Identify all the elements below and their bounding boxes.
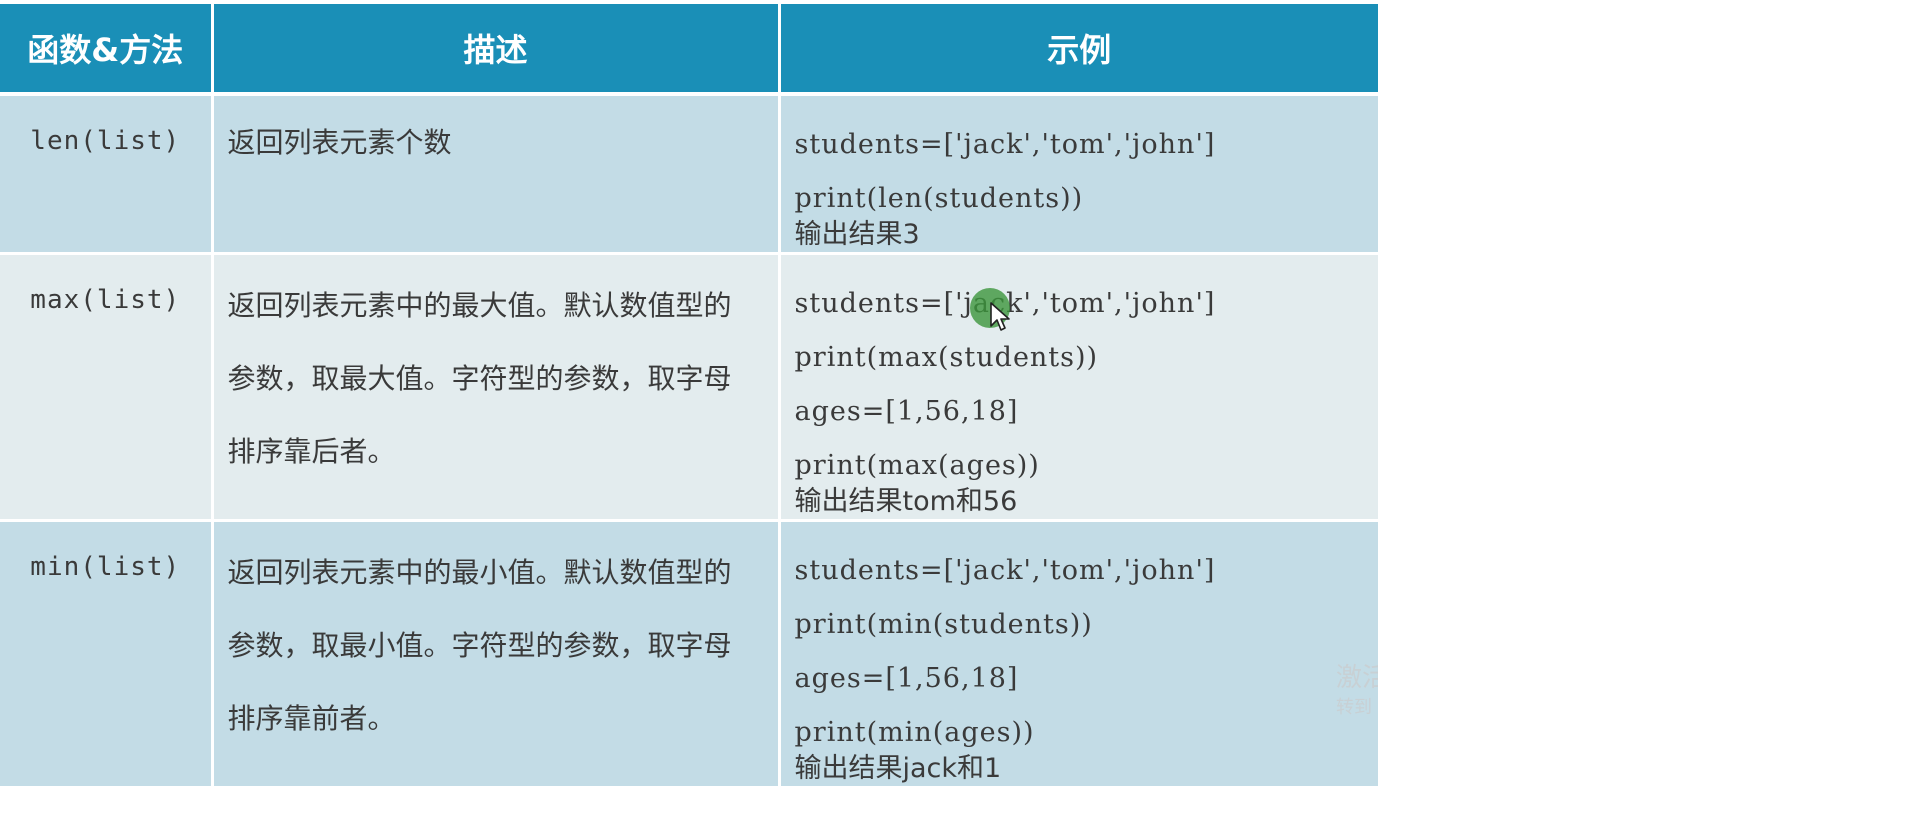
desc-text: 返回列表元素中的最大值。默认数值型的 参数，取最大值。字符型的参数，取字母 排序… xyxy=(214,255,778,488)
code-line: students=['jack','tom','john'] xyxy=(794,129,1216,160)
code-line: students=['jack','tom','john'] xyxy=(794,555,1216,586)
desc-cell: 返回列表元素中的最小值。默认数值型的 参数，取最小值。字符型的参数，取字母 排序… xyxy=(212,520,781,789)
code-line: ages=[1,56,18] xyxy=(794,396,1019,427)
desc-line: 参数，取最大值。字符型的参数，取字母 xyxy=(227,362,732,395)
desc-text: 返回列表元素个数 xyxy=(227,126,452,159)
func-cell: len(list) xyxy=(0,94,214,255)
desc-line: 参数，取最小值。字符型的参数，取字母 xyxy=(227,629,732,662)
watermark-line: 转到 xyxy=(1336,697,1372,718)
example-cell: students=['jack','tom','john'] print(min… xyxy=(779,520,1378,789)
func-name: len(list) xyxy=(30,126,181,156)
output-text: 输出结果jack和1 xyxy=(794,753,1002,784)
code-line: print(min(students)) xyxy=(794,609,1093,640)
desc-line: 排序靠前者。 xyxy=(227,702,396,735)
output-text: 输出结果tom和56 xyxy=(794,486,1018,517)
desc-cell: 返回列表元素中的最大值。默认数值型的 参数，取最大值。字符型的参数，取字母 排序… xyxy=(212,253,781,522)
code-line: ages=[1,56,18] xyxy=(794,663,1019,694)
example-cell: students=['jack','tom','john'] print(len… xyxy=(779,94,1378,255)
watermark-line: 激活 xyxy=(1336,663,1378,693)
desc-text: 返回列表元素中的最小值。默认数值型的 参数，取最小值。字符型的参数，取字母 排序… xyxy=(214,522,778,755)
func-name: min(list) xyxy=(30,552,181,582)
list-functions-table: 函数&方法 描述 示例 len(list) 返回列表元素个数 students=… xyxy=(0,4,1378,789)
table-header-row: 函数&方法 描述 示例 xyxy=(0,4,1378,96)
header-func: 函数&方法 xyxy=(0,4,214,96)
header-example: 示例 xyxy=(779,4,1378,96)
functions-table-container: 函数&方法 描述 示例 len(list) 返回列表元素个数 students=… xyxy=(0,4,1378,789)
table-row: min(list) 返回列表元素中的最小值。默认数值型的 参数，取最小值。字符型… xyxy=(0,520,1378,789)
func-name: max(list) xyxy=(30,285,181,315)
desc-line: 返回列表元素中的最小值。默认数值型的 xyxy=(227,556,732,589)
table-row: max(list) 返回列表元素中的最大值。默认数值型的 参数，取最大值。字符型… xyxy=(0,253,1378,522)
desc-line: 排序靠后者。 xyxy=(227,435,396,468)
code-line: print(max(students)) xyxy=(794,342,1099,373)
func-cell: max(list) xyxy=(0,253,214,522)
header-desc: 描述 xyxy=(212,4,781,96)
func-cell: min(list) xyxy=(0,520,214,789)
table-row: len(list) 返回列表元素个数 students=['jack','tom… xyxy=(0,94,1378,255)
desc-cell: 返回列表元素个数 xyxy=(212,94,781,255)
example-cell: students=['jack','tom','john'] print(max… xyxy=(779,253,1378,522)
desc-line: 返回列表元素中的最大值。默认数值型的 xyxy=(227,289,732,322)
code-line: students=['jack','tom','john'] xyxy=(795,277,1369,331)
mouse-cursor-icon xyxy=(990,302,1010,331)
activation-watermark: 激活 转到 xyxy=(1336,662,1378,722)
